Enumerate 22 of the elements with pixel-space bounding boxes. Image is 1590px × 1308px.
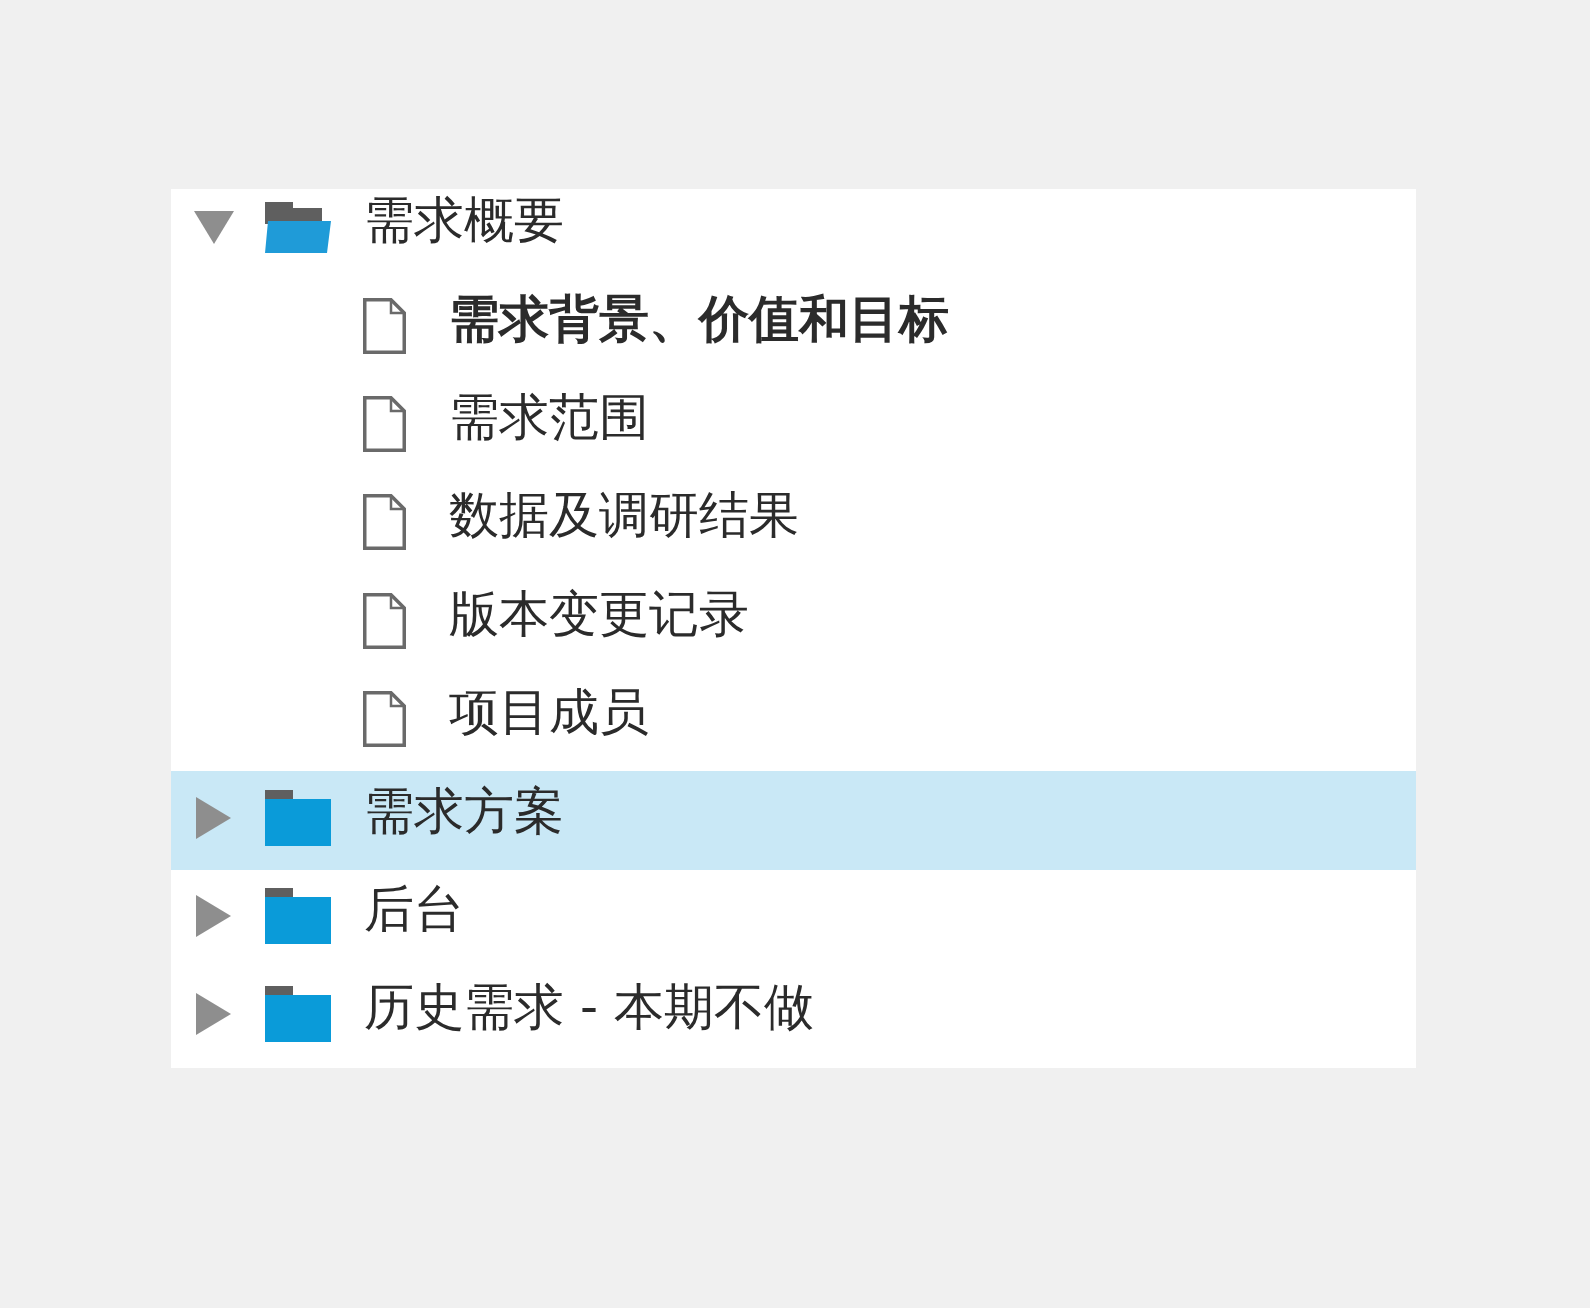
open-folder-icon [265,201,331,253]
tree-item[interactable]: 需求概要 [171,189,1416,280]
tree-item[interactable]: 后台 [171,869,1416,969]
document-icon [363,691,406,748]
tree-item[interactable]: 历史需求 - 本期不做 [171,968,1416,1067]
tree-item[interactable]: 需求方案 [171,771,1416,870]
tree-item[interactable]: 数据及调研结果 [171,476,1416,575]
tree-item[interactable]: 版本变更记录 [171,574,1416,673]
caret-right-icon[interactable] [196,796,231,839]
folder-icon [265,789,331,846]
document-icon [363,494,406,551]
caret-right-icon[interactable] [196,894,231,937]
document-icon [363,395,406,452]
tree-item[interactable]: 需求背景、价值和目标 [171,279,1416,378]
tree-item[interactable]: 项目成员 [171,672,1416,772]
document-icon [363,297,406,354]
folder-icon [265,887,331,944]
folder-icon [265,986,331,1043]
tree-item[interactable]: 需求范围 [171,377,1416,477]
caret-right-icon[interactable] [196,993,231,1036]
caret-down-icon[interactable] [194,210,234,244]
document-icon [363,592,406,649]
